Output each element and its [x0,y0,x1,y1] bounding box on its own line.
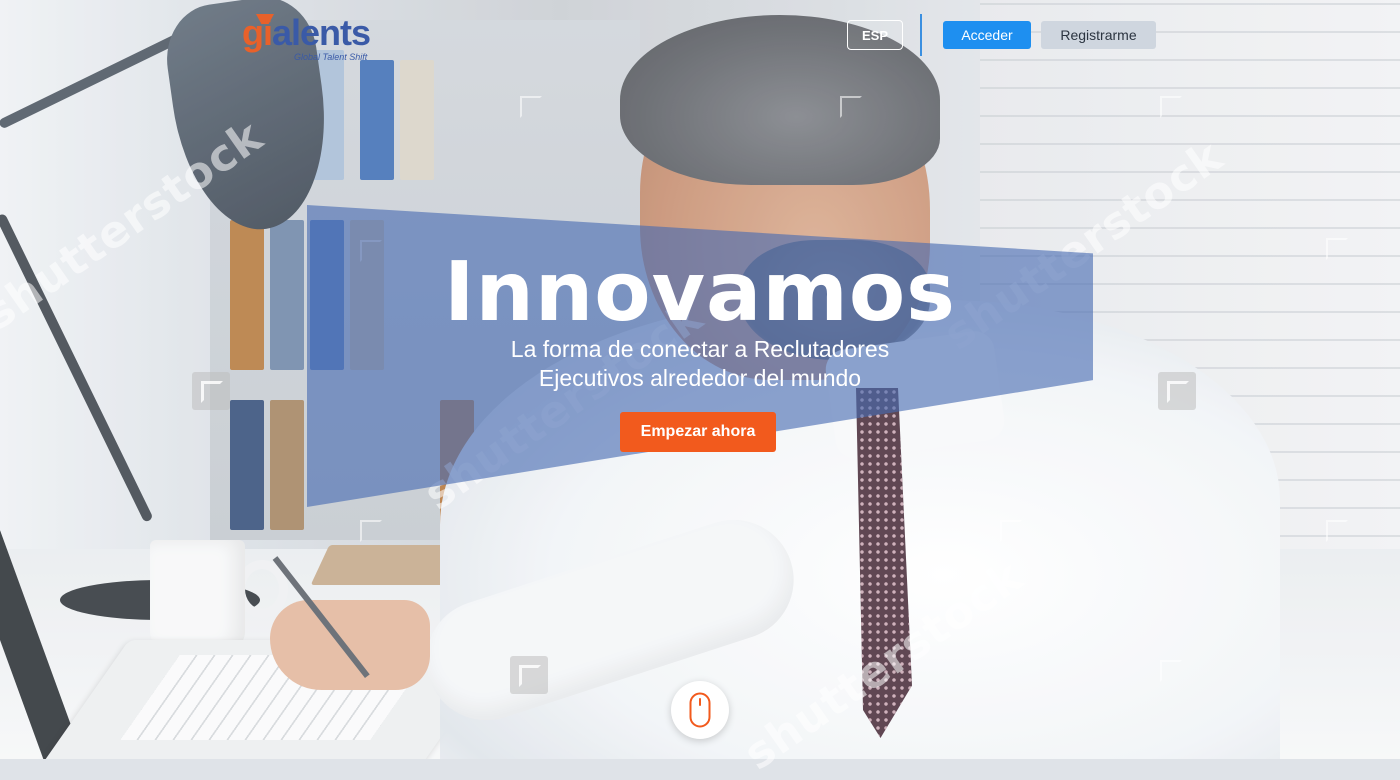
hero-subtitle-line2: Ejecutivos alrededor del mundo [538,365,862,391]
login-button[interactable]: Acceder [943,21,1031,49]
nav-divider [920,14,922,56]
logo-wordmark: gialents [242,12,371,53]
hero-subtitle-line1: La forma de conectar a Reclutadores [510,336,890,362]
register-button[interactable]: Registrarme [1041,21,1156,49]
language-selector-button[interactable]: ESP [847,20,903,50]
gtalents-logo[interactable]: gialents Global Talent Shift [242,12,382,64]
hero-title: Innovamos [444,245,956,340]
logo-tagline: Global Talent Shift [294,52,368,62]
start-now-button[interactable]: Empezar ahora [620,412,776,452]
mouse-icon [689,692,711,728]
scroll-down-button[interactable] [671,681,729,739]
